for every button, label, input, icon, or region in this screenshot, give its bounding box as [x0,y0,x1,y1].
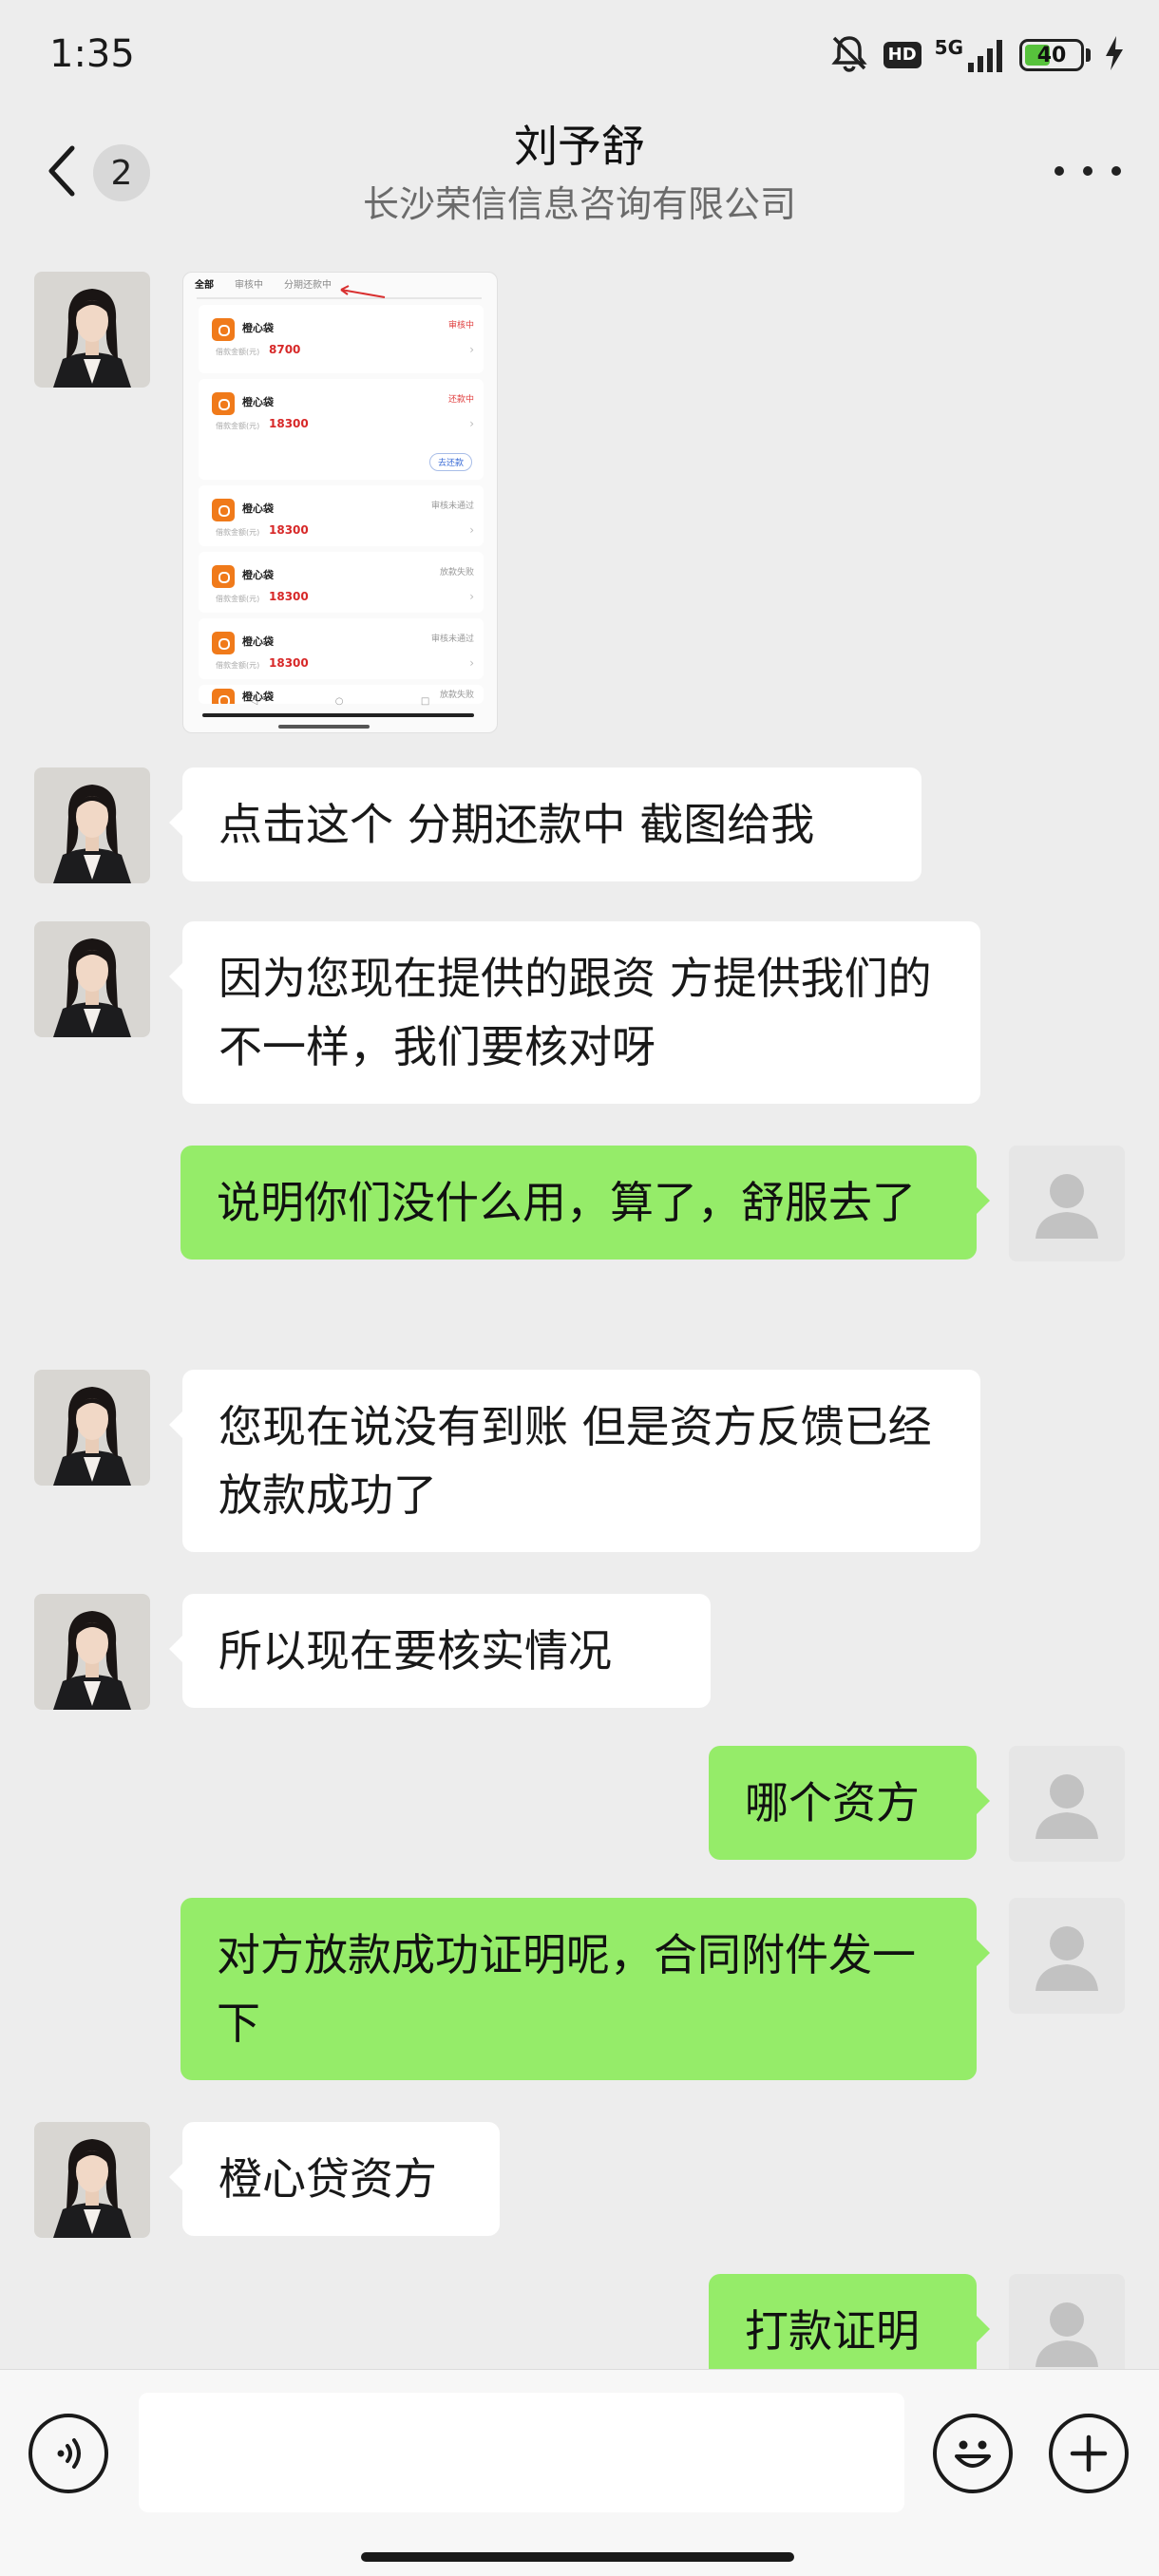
mute-bell-icon [828,32,870,78]
status-icons: HD 5G 40 [828,28,1125,82]
emoji-button[interactable] [933,2414,1013,2493]
avatar-self[interactable] [1009,1146,1125,1261]
default-avatar-icon [1009,1746,1125,1862]
image-message[interactable]: 全部 审核中 分期还款中 橙心袋 审核中 借款金额(元) 8700 › 橙心袋 … [182,272,498,733]
status-time: 1:35 [49,32,135,76]
loan-app-logo-icon [212,499,235,521]
chat-title: 刘予舒 [514,121,645,172]
loan-card: 橙心袋 审核中 借款金额(元) 8700 › [199,305,484,373]
plus-icon [1070,2434,1108,2472]
avatar[interactable] [34,1370,150,1486]
message-bubble-incoming[interactable]: 橙心贷资方 [169,2122,500,2236]
image-tab: 审核中 [235,280,263,291]
avatar[interactable] [34,921,150,1037]
loan-card: 橙心袋 放款失败 借款金额(元) 18300 › [199,552,484,613]
message-input[interactable] [139,2393,904,2512]
message-bubble-outgoing[interactable]: 对方放款成功证明呢，合同附件发一下 [180,1898,990,2080]
input-bar [0,2369,1159,2576]
message-bubble-outgoing[interactable]: 说明你们没什么用，算了，舒服去了 [180,1146,990,1260]
default-avatar-icon [1009,1146,1125,1261]
chat-subtitle: 长沙荣信信息咨询有限公司 [362,183,796,225]
avatar[interactable] [34,1594,150,1710]
avatar[interactable] [34,272,150,388]
loan-app-logo-icon [212,565,235,588]
loan-card: 橙心袋 审核未通过 借款金额(元) 18300 › [199,485,484,546]
message-bubble-incoming[interactable]: 因为您现在提供的跟资 方提供我们的不一样，我们要核对呀 [169,921,980,1104]
message-bubble-incoming[interactable]: 点击这个 分期还款中 截图给我 [169,767,922,881]
avatar[interactable] [34,767,150,883]
loan-card: 橙心袋 审核未通过 借款金额(元) 18300 › [199,618,484,679]
battery-percent: 40 [1036,43,1067,67]
red-arrow-annotation [340,285,386,298]
status-bar: 1:35 HD 5G 40 [0,0,1159,104]
voice-button[interactable] [28,2414,108,2493]
home-indicator[interactable] [361,2552,794,2562]
avatar[interactable] [34,2122,150,2238]
charging-icon [1104,35,1125,75]
loan-card: 橙心袋 还款中 借款金额(元) 18300 › 去还款 [199,379,484,480]
hd-icon: HD [883,42,922,68]
emoji-icon [955,2440,991,2468]
image-tab: 分期还款中 [284,280,332,291]
chat-header: 2 刘予舒 长沙荣信信息咨询有限公司 [0,104,1159,237]
plus-button[interactable] [1049,2414,1129,2493]
message-bubble-incoming[interactable]: 您现在说没有到账 但是资方反馈已经放款成功了 [169,1370,980,1552]
voice-icon [57,2438,81,2469]
image-tab: 全部 [195,280,214,291]
default-avatar-icon [1009,1898,1125,2014]
more-options-button[interactable] [1054,152,1121,190]
message-bubble-outgoing[interactable]: 哪个资方 [709,1746,990,1860]
network-label: 5G [934,36,963,59]
avatar-self[interactable] [1009,1898,1125,2014]
loan-app-logo-icon [212,392,235,415]
loan-app-logo-icon [212,632,235,654]
more-dots-icon [1054,166,1064,176]
loan-app-logo-icon [212,318,235,341]
signal-icon: 5G [935,38,1006,72]
avatar-self[interactable] [1009,1746,1125,1862]
message-bubble-incoming[interactable]: 所以现在要核实情况 [169,1594,711,1708]
image-tabs: 全部 审核中 分期还款中 [195,276,332,299]
battery-icon: 40 [1019,39,1091,71]
